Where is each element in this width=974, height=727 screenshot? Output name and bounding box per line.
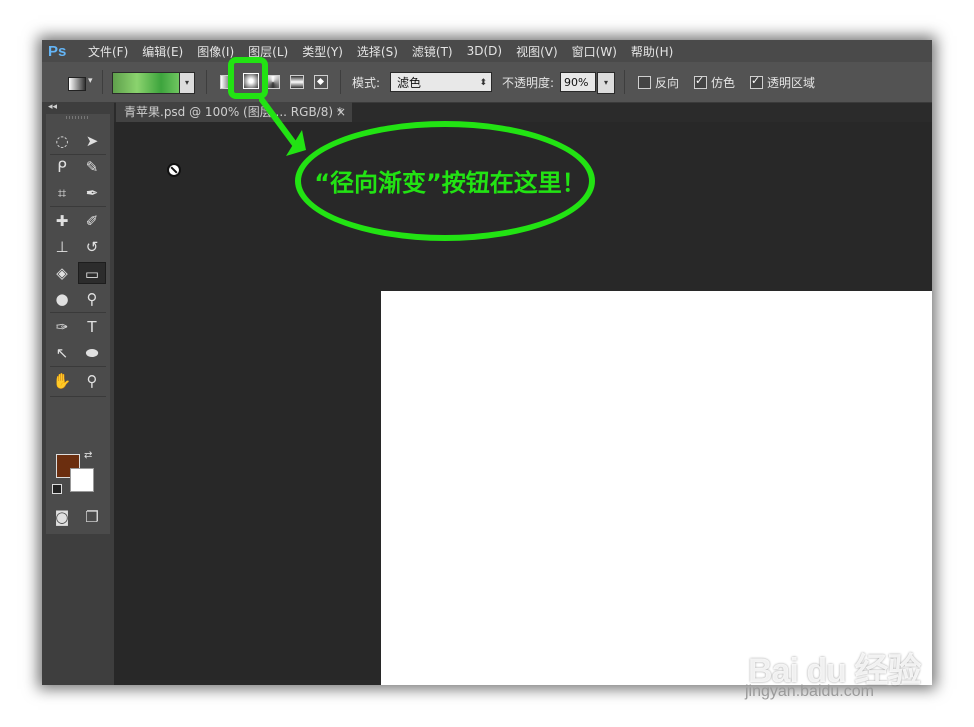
divider (102, 70, 103, 94)
swap-colors-icon[interactable]: ⇄ (84, 450, 92, 461)
quick-mask-button[interactable]: ◙ (48, 506, 76, 528)
reverse-checkbox[interactable] (638, 76, 651, 89)
menu-select[interactable]: 选择(S) (357, 43, 398, 60)
transparency-label: 透明区域 (767, 76, 816, 90)
options-bar: ▾ ▾ 模式: 滤色 ⬍ 不透明度: 90% ▾ 反向 仿色 透明区域 (42, 62, 932, 103)
menu-view[interactable]: 视图(V) (516, 43, 558, 60)
document-tab[interactable]: 青苹果.psd @ 100% (图层 ... RGB/8) * × (116, 102, 352, 122)
not-allowed-cursor-icon (167, 163, 181, 177)
hand-tool[interactable]: ✋ (48, 370, 76, 392)
toolbox-grip[interactable] (66, 116, 90, 119)
annotation-text: “径向渐变”按钮在这里！ (314, 169, 586, 197)
gradient-tool[interactable]: ▭ (78, 262, 106, 284)
default-colors-icon[interactable] (52, 484, 62, 494)
menu-help[interactable]: 帮助(H) (631, 43, 673, 60)
divider (340, 70, 341, 94)
divider (50, 312, 106, 313)
menu-image[interactable]: 图像(I) (197, 43, 234, 60)
type-tool[interactable]: T (78, 316, 106, 338)
blur-tool[interactable]: ● (48, 288, 76, 310)
eraser-tool[interactable]: ◈ (48, 262, 76, 284)
opacity-slider-toggle[interactable]: ▾ (597, 72, 615, 94)
toolbox: ◌ ➤ ᑭ ✎ ⌗ ✒ ✚ ✐ ⊥ ↺ ◈ ▭ ● ⚲ ✑ T ↖ ⬬ ✋ ⚲ … (46, 114, 110, 534)
reflected-gradient-button[interactable] (290, 75, 304, 89)
menu-type[interactable]: 类型(Y) (302, 43, 343, 60)
mode-value: 滤色 (397, 76, 422, 90)
divider (50, 366, 106, 367)
marquee-tool[interactable]: ◌ (48, 130, 76, 152)
move-tool[interactable]: ➤ (78, 130, 106, 152)
menu-filter[interactable]: 滤镜(T) (412, 43, 453, 60)
mode-select[interactable]: 滤色 ⬍ (390, 72, 492, 92)
healing-brush-tool[interactable]: ✚ (48, 210, 76, 232)
menu-window[interactable]: 窗口(W) (572, 43, 617, 60)
chevron-updown-icon: ⬍ (479, 78, 487, 88)
chevron-down-icon: ▾ (88, 76, 93, 86)
background-color-swatch[interactable] (70, 468, 94, 492)
clone-stamp-tool[interactable]: ⊥ (48, 236, 76, 258)
menu-edit[interactable]: 编辑(E) (142, 43, 183, 60)
opacity-input[interactable]: 90% (560, 72, 596, 92)
quick-selection-tool[interactable]: ✎ (78, 156, 106, 178)
menu-3d[interactable]: 3D(D) (467, 44, 502, 58)
baidu-watermark-url: jingyan.baidu.com (745, 683, 874, 700)
divider (206, 70, 207, 94)
transparency-checkbox[interactable] (750, 74, 763, 89)
dither-checkbox[interactable] (694, 74, 707, 89)
history-brush-tool[interactable]: ↺ (78, 236, 106, 258)
mode-label: 模式: (352, 76, 381, 90)
dither-label: 仿色 (711, 76, 736, 90)
document-tab-title: 青苹果.psd @ 100% (图层 ... RGB/8) * (124, 105, 343, 119)
diamond-gradient-button[interactable] (314, 75, 328, 89)
ps-logo: Ps (48, 42, 67, 60)
eyedropper-tool[interactable]: ✒ (78, 182, 106, 204)
opacity-label: 不透明度: (502, 76, 555, 90)
zoom-tool[interactable]: ⚲ (78, 370, 106, 392)
annotation-highlight-box (228, 57, 268, 99)
dodge-tool[interactable]: ⚲ (78, 288, 106, 310)
menu-file[interactable]: 文件(F) (88, 43, 128, 60)
brush-tool[interactable]: ✐ (78, 210, 106, 232)
screen-mode-button[interactable]: ❐ (78, 506, 106, 528)
gradient-picker-dropdown[interactable]: ▾ (179, 72, 195, 94)
gradient-tool-icon (68, 77, 86, 91)
divider (50, 154, 106, 155)
close-icon[interactable]: × (336, 102, 346, 122)
ellipse-tool[interactable]: ⬬ (78, 342, 106, 364)
divider (50, 206, 106, 207)
crop-tool[interactable]: ⌗ (48, 182, 76, 204)
divider (50, 396, 106, 397)
collapse-icon[interactable]: ◂◂ (48, 102, 57, 112)
menu-bar: Ps 文件(F) 编辑(E) 图像(I) 图层(L) 类型(Y) 选择(S) 滤… (42, 40, 932, 62)
tool-preset-picker[interactable]: ▾ (60, 74, 98, 92)
tools-dock: ◂◂ ◌ ➤ ᑭ ✎ ⌗ ✒ ✚ ✐ ⊥ ↺ ◈ ▭ ● ⚲ ✑ T ↖ ⬬ ✋ (42, 102, 114, 685)
pen-tool[interactable]: ✑ (48, 316, 76, 338)
angle-gradient-button[interactable] (266, 75, 280, 89)
reverse-label: 反向 (655, 76, 680, 90)
divider (624, 70, 625, 94)
lasso-tool[interactable]: ᑭ (48, 156, 76, 178)
path-selection-tool[interactable]: ↖ (48, 342, 76, 364)
